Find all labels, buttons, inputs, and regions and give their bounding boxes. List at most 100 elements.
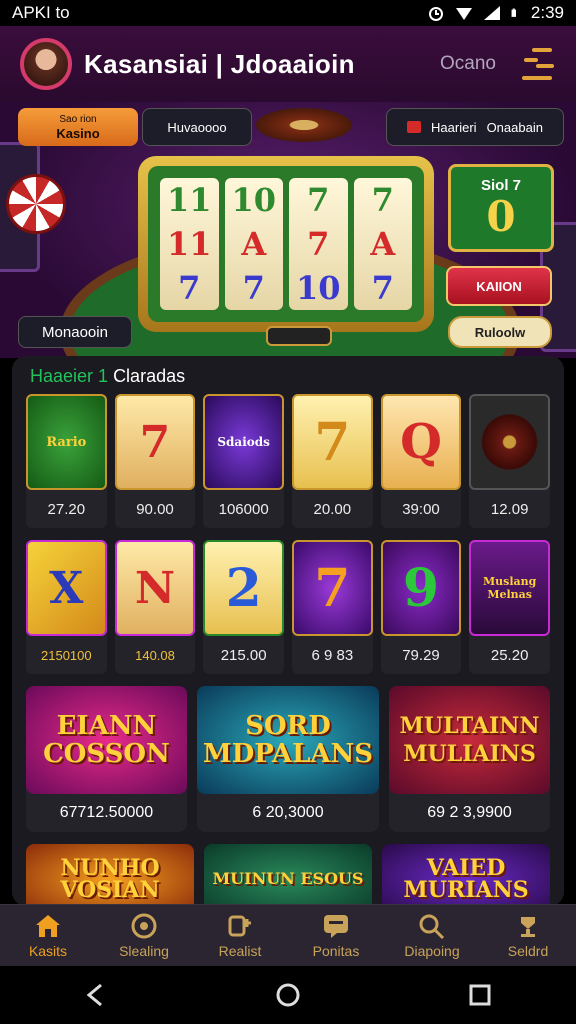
system-nav-bar bbox=[0, 966, 576, 1024]
game-tile[interactable]: 7 20.00 bbox=[291, 394, 373, 528]
header-link[interactable]: Ocano bbox=[440, 53, 496, 75]
featured-game-tile[interactable]: EIANN COSSON 67712.50000 bbox=[26, 686, 187, 832]
bottom-nav: Kasits Slealing Realist Ponitas Diapoing… bbox=[0, 904, 576, 966]
game-thumbnail: 2 bbox=[203, 540, 284, 636]
game-tile[interactable]: X 2150100 bbox=[26, 540, 107, 674]
avatar[interactable] bbox=[20, 38, 72, 90]
nav-label: Realist bbox=[218, 942, 262, 959]
game-tile-partial[interactable]: NUNHO VOSIAN bbox=[26, 844, 194, 906]
featured-game-price: 69 2 3,9900 bbox=[427, 804, 512, 821]
game-tile-partial[interactable]: MUINUN ESOUS bbox=[204, 844, 372, 906]
game-tile[interactable]: 2 215.00 bbox=[203, 540, 284, 674]
chip-icon bbox=[131, 913, 157, 938]
slot-reels: 11 11 7 10 A 7 7 7 10 7 A 7 bbox=[148, 166, 424, 322]
game-price: 79.29 bbox=[402, 646, 440, 664]
promo-card-value: 0 bbox=[486, 192, 516, 241]
game-tile[interactable]: Rario 27.20 bbox=[26, 394, 107, 528]
slot-reel-1: 11 11 7 bbox=[160, 178, 219, 310]
rulooiw-button-label: Ruloolw bbox=[474, 324, 526, 340]
status-bar: APKI to 2:39 bbox=[0, 0, 576, 26]
section-header: Haaeier 1 Claradas bbox=[12, 356, 564, 394]
kasino-button[interactable]: Sao rion Kasino bbox=[18, 108, 138, 146]
reel-symbol: 11 bbox=[166, 225, 212, 263]
game-thumbnail: Rario bbox=[26, 394, 107, 490]
hero-mid-button-label: Huvaoooo bbox=[167, 119, 227, 135]
reel-symbol: 7 bbox=[242, 269, 265, 307]
home-icon bbox=[36, 914, 60, 937]
section-title[interactable]: Claradas bbox=[113, 366, 185, 386]
hero-right-button-label-1: Haarieri bbox=[431, 119, 477, 135]
monaooin-button-label: Monaooin bbox=[42, 323, 108, 341]
monaooin-button[interactable]: Monaooin bbox=[18, 316, 132, 348]
reel-symbol: 10 bbox=[231, 181, 277, 219]
featured-game-thumbnail: MULTAINN MULIAINS bbox=[389, 686, 550, 794]
slot-machine[interactable]: 11 11 7 10 A 7 7 7 10 7 A 7 bbox=[138, 156, 434, 332]
reel-symbol: 11 bbox=[166, 181, 212, 219]
signal-icon bbox=[483, 6, 500, 20]
roulette-thumbnail-icon bbox=[469, 394, 550, 490]
game-thumbnail: Q bbox=[380, 394, 462, 490]
game-thumbnail: X bbox=[26, 540, 107, 636]
kaion-button[interactable]: KAIION bbox=[446, 266, 552, 306]
game-tile[interactable]: Muslang Melnas 25.20 bbox=[469, 540, 550, 674]
status-time: 2:39 bbox=[530, 3, 564, 22]
nav-item-seldrd[interactable]: Seldrd bbox=[480, 905, 576, 966]
nav-label: Seldrd bbox=[507, 942, 549, 959]
nav-item-slealing[interactable]: Slealing bbox=[96, 905, 192, 966]
nav-item-kasits[interactable]: Kasits bbox=[0, 905, 96, 966]
game-tile[interactable]: Sdaiods 106000 bbox=[203, 394, 284, 528]
hero-right-button[interactable]: Haarieri Onaabain bbox=[386, 108, 564, 146]
game-thumbnail: N bbox=[114, 540, 196, 636]
game-thumbnail: 9 bbox=[380, 540, 462, 636]
reel-symbol: A bbox=[241, 225, 267, 263]
nav-item-diapoing[interactable]: Diapoing bbox=[384, 905, 480, 966]
game-thumbnail: Muslang Melnas bbox=[469, 540, 550, 636]
reel-symbol: 7 bbox=[307, 181, 330, 219]
nav-item-ponitas[interactable]: Ponitas bbox=[288, 905, 384, 966]
recents-icon[interactable] bbox=[467, 982, 493, 1008]
home-circle-icon[interactable] bbox=[275, 982, 301, 1008]
game-price: 25.20 bbox=[490, 646, 529, 664]
chat-icon bbox=[324, 914, 348, 938]
game-tile[interactable]: Q 39:00 bbox=[380, 394, 462, 528]
nav-item-realist[interactable]: Realist bbox=[192, 905, 288, 966]
game-tile[interactable]: 7 90.00 bbox=[114, 394, 196, 528]
back-icon[interactable] bbox=[83, 982, 109, 1008]
game-price: 6 9 83 bbox=[311, 646, 354, 664]
reel-symbol: 7 bbox=[307, 225, 330, 263]
battery-icon bbox=[511, 8, 516, 17]
hero-mid-button[interactable]: Huvaoooo bbox=[142, 108, 252, 146]
game-price: 140.08 bbox=[135, 647, 175, 663]
featured-game-thumbnail: EIANN COSSON bbox=[26, 686, 187, 794]
promo-card[interactable]: Siol 7 0 bbox=[448, 164, 554, 252]
game-thumbnail: 7 bbox=[291, 540, 373, 636]
search-icon bbox=[419, 914, 445, 939]
game-tile[interactable]: 12.09 bbox=[469, 394, 550, 528]
slot-machine-base bbox=[266, 326, 332, 346]
status-left-text: APKI to bbox=[12, 3, 70, 22]
game-thumbnail: 7 bbox=[291, 394, 373, 490]
section-title-green[interactable]: Haaeier 1 bbox=[30, 366, 108, 386]
games-row-1: Rario 27.20 7 90.00 Sdaiods 106000 7 20.… bbox=[12, 394, 564, 528]
nav-label: Kasits bbox=[28, 942, 68, 959]
game-tile[interactable]: 9 79.29 bbox=[380, 540, 462, 674]
menu-icon[interactable] bbox=[520, 44, 556, 84]
nav-label: Ponitas bbox=[312, 942, 360, 959]
slot-reel-2: 10 A 7 bbox=[224, 178, 283, 310]
games-row-2: X 2150100 N 140.08 2 215.00 7 6 9 83 9 7… bbox=[12, 540, 564, 674]
game-tile[interactable]: N 140.08 bbox=[114, 540, 196, 674]
slot-reel-3: 7 7 10 bbox=[289, 178, 348, 310]
featured-game-tile[interactable]: MULTAINN MULIAINS 69 2 3,9900 bbox=[389, 686, 550, 832]
hero-right-button-label-2: Onaabain bbox=[486, 119, 543, 135]
hero-banner: Sao rion Kasino Huvaoooo Haarieri Onaaba… bbox=[0, 102, 576, 358]
alarm-icon bbox=[428, 7, 443, 21]
games-featured-row: EIANN COSSON 67712.50000 SORD MDPALANS 6… bbox=[12, 686, 564, 832]
game-price: 106000 bbox=[218, 500, 269, 518]
featured-game-tile[interactable]: SORD MDPALANS 6 20,3000 bbox=[196, 686, 380, 832]
kaion-button-label: KAIION bbox=[476, 278, 522, 294]
game-tile[interactable]: 7 6 9 83 bbox=[291, 540, 373, 674]
game-tile-partial[interactable]: VAIED MURIANS bbox=[382, 844, 550, 906]
featured-game-price: 67712.50000 bbox=[59, 804, 154, 821]
game-price: 27.20 bbox=[47, 500, 86, 518]
rulooiw-button[interactable]: Ruloolw bbox=[448, 316, 552, 348]
